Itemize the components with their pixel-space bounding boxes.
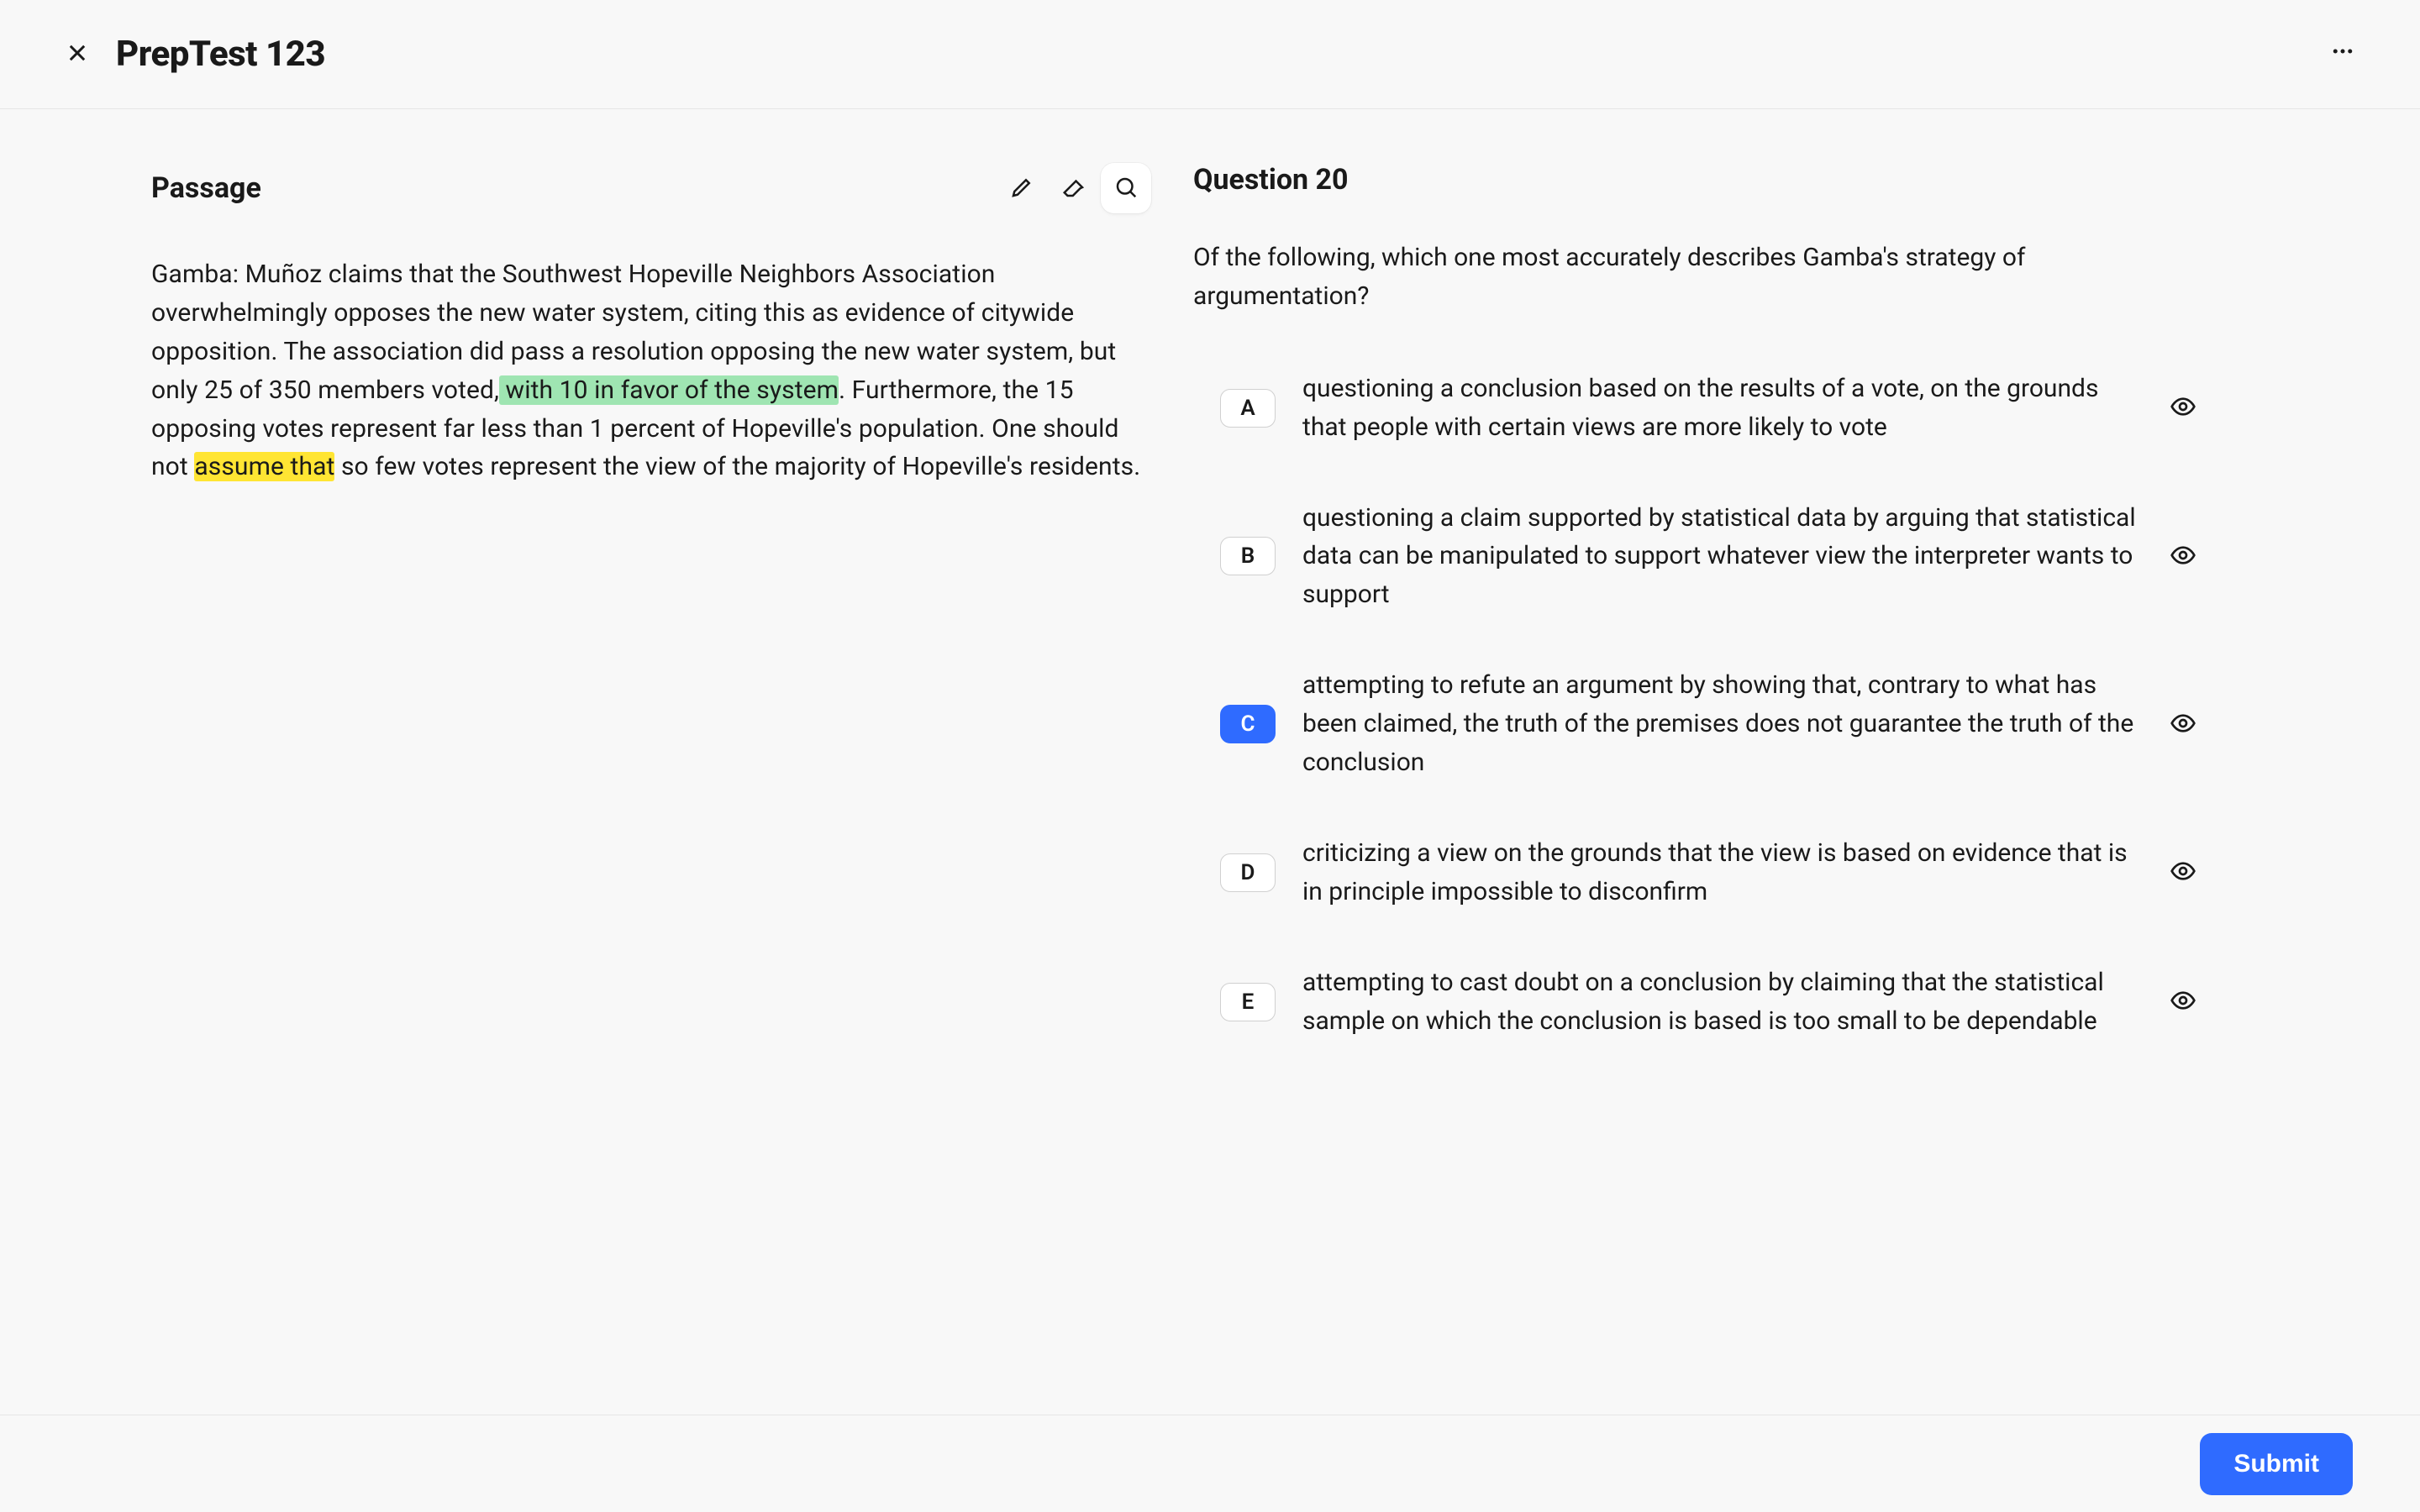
eye-icon (2170, 393, 2196, 423)
main-content: Passage Gam (0, 109, 2420, 1415)
passage-heading: Passage (151, 171, 261, 205)
close-button[interactable] (59, 36, 96, 73)
toggle-visibility-button[interactable] (2165, 854, 2202, 891)
passage-body[interactable]: Gamba: Muñoz claims that the Southwest H… (151, 255, 1151, 486)
passage-seg: so few votes represent the view of the m… (334, 452, 1140, 481)
answer-choice-d[interactable]: D criticizing a view on the grounds that… (1220, 814, 2202, 932)
answer-choice-e[interactable]: E attempting to cast doubt on a conclusi… (1220, 943, 2202, 1061)
toggle-visibility-button[interactable] (2165, 706, 2202, 743)
choice-text: criticizing a view on the grounds that t… (1302, 814, 2138, 932)
answer-choice-a[interactable]: A questioning a conclusion based on the … (1220, 349, 2202, 467)
more-horizontal-icon (2330, 39, 2355, 70)
choice-text: questioning a conclusion based on the re… (1302, 349, 2138, 467)
more-menu-button[interactable] (2324, 36, 2361, 73)
answer-choices: A questioning a conclusion based on the … (1220, 349, 2202, 1061)
passage-seg-highlight-yellow: assume that (194, 452, 334, 481)
toggle-visibility-button[interactable] (2165, 538, 2202, 575)
answer-choice-b[interactable]: B questioning a claim supported by stati… (1220, 479, 2202, 635)
submit-button[interactable]: Submit (2200, 1433, 2353, 1495)
choice-text: attempting to cast doubt on a conclusion… (1302, 943, 2138, 1061)
annotation-tools (997, 163, 1151, 213)
footer-bar: Submit (0, 1415, 2420, 1512)
passage-seg-highlight-green: with 10 in favor of the system (499, 375, 839, 405)
eraser-icon (1061, 175, 1086, 202)
eye-icon (2170, 858, 2196, 887)
choice-letter: A (1220, 389, 1276, 428)
pencil-icon (1009, 175, 1034, 202)
question-panel: Question 20 Of the following, which one … (1193, 163, 2202, 1415)
toggle-visibility-button[interactable] (2165, 390, 2202, 427)
search-tool-button[interactable] (1101, 163, 1151, 213)
passage-paragraph: Gamba: Muñoz claims that the Southwest H… (151, 255, 1151, 486)
header-left: PrepTest 123 (59, 34, 325, 75)
passage-seg: Gamba: (151, 260, 245, 289)
choice-letter: C (1220, 705, 1276, 743)
page-title: PrepTest 123 (116, 34, 325, 75)
header-bar: PrepTest 123 (0, 0, 2420, 109)
toggle-visibility-button[interactable] (2165, 984, 2202, 1021)
passage-header: Passage (151, 163, 1151, 213)
search-icon (1113, 175, 1139, 202)
choice-text: attempting to refute an argument by show… (1302, 646, 2138, 802)
answer-choice-c[interactable]: C attempting to refute an argument by sh… (1220, 646, 2202, 802)
question-prompt: Of the following, which one most accurat… (1193, 239, 2202, 316)
passage-panel: Passage Gam (151, 163, 1151, 1415)
choice-letter: D (1220, 853, 1276, 892)
eraser-tool-button[interactable] (1049, 163, 1099, 213)
question-heading: Question 20 (1193, 163, 1349, 197)
eye-icon (2170, 987, 2196, 1016)
eye-icon (2170, 710, 2196, 739)
close-icon (66, 41, 89, 67)
choice-letter: B (1220, 537, 1276, 575)
highlight-tool-button[interactable] (997, 163, 1047, 213)
choice-letter: E (1220, 983, 1276, 1021)
eye-icon (2170, 542, 2196, 571)
question-header: Question 20 (1193, 163, 2202, 197)
choice-text: questioning a claim supported by statist… (1302, 479, 2138, 635)
